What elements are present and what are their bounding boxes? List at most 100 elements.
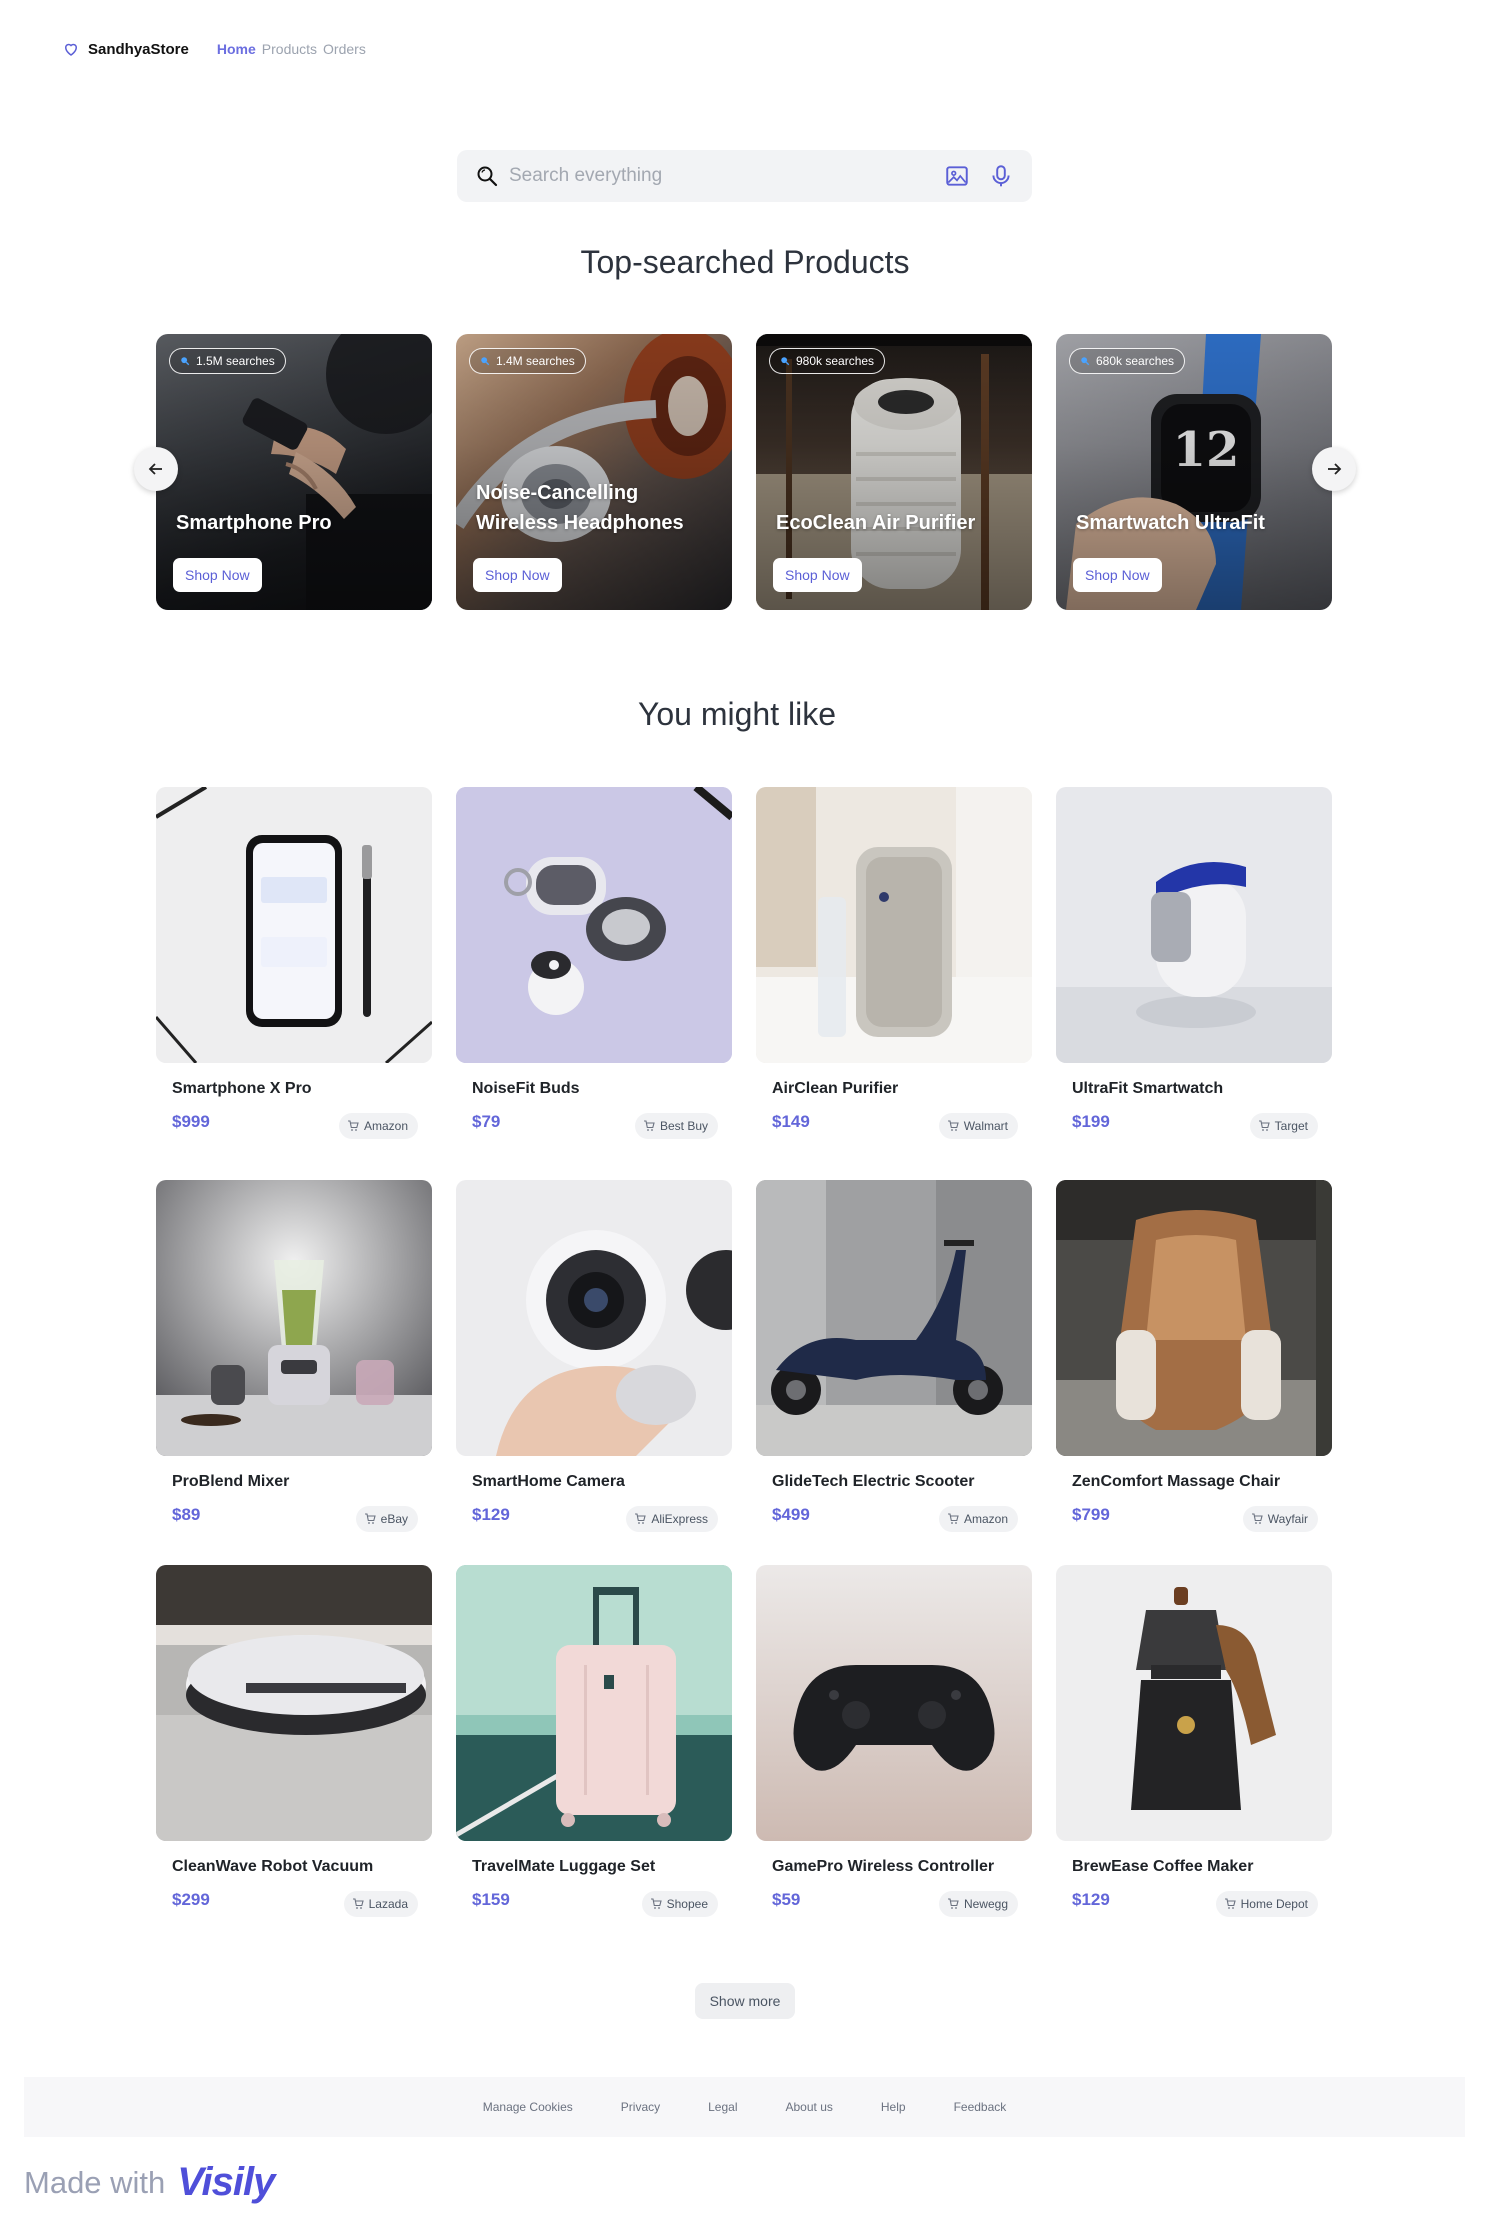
store-badge[interactable]: Lazada bbox=[343, 1891, 418, 1917]
store-badge[interactable]: Wayfair bbox=[1242, 1506, 1318, 1532]
searches-badge: 680k searches bbox=[1069, 348, 1186, 374]
arrow-left-icon bbox=[148, 463, 162, 475]
product-card[interactable]: Smartphone X Pro $999 Amazon bbox=[156, 787, 432, 1139]
brand[interactable]: SandhyaStore bbox=[62, 40, 189, 58]
earbuds-photo bbox=[456, 787, 732, 1063]
top-product-name: EcoClean Air Purifier bbox=[776, 512, 976, 534]
product-card[interactable]: GamePro Wireless Controller $59 Newegg bbox=[756, 1565, 1032, 1917]
top-product-card[interactable]: 1.5M searches Smartphone Pro Shop Now bbox=[156, 334, 432, 610]
product-price: $499 bbox=[772, 1505, 810, 1524]
store-badge[interactable]: Best Buy bbox=[634, 1113, 718, 1139]
footer-link-help[interactable]: Help bbox=[881, 2100, 906, 2114]
searches-badge: 1.5M searches bbox=[169, 348, 286, 374]
carousel-prev-button[interactable] bbox=[134, 447, 178, 491]
product-card[interactable]: GlideTech Electric Scooter $499 Amazon bbox=[756, 1180, 1032, 1532]
image-search-icon[interactable] bbox=[944, 163, 970, 189]
smartwatch-photo bbox=[1056, 787, 1332, 1063]
search-icon bbox=[1081, 357, 1090, 366]
store-name: Home Depot bbox=[1240, 1897, 1308, 1911]
shop-now-button[interactable]: Shop Now bbox=[1073, 558, 1162, 592]
footer-link-manage-cookies[interactable]: Manage Cookies bbox=[483, 2100, 573, 2114]
footer-link-about-us[interactable]: About us bbox=[786, 2100, 833, 2114]
product-price: $799 bbox=[1072, 1505, 1110, 1524]
microphone-icon[interactable] bbox=[988, 163, 1014, 189]
shop-now-button[interactable]: Shop Now bbox=[473, 558, 562, 592]
product-name: ProBlend Mixer bbox=[172, 1473, 290, 1490]
shop-now-button[interactable]: Shop Now bbox=[173, 558, 262, 592]
store-badge[interactable]: AliExpress bbox=[626, 1506, 718, 1532]
store-badge[interactable]: Walmart bbox=[938, 1113, 1018, 1139]
product-name: AirClean Purifier bbox=[772, 1080, 899, 1097]
product-card[interactable]: UltraFit Smartwatch $199 Target bbox=[1056, 787, 1332, 1139]
shop-now-button[interactable]: Shop Now bbox=[773, 558, 862, 592]
cart-icon bbox=[643, 1120, 655, 1131]
product-image bbox=[156, 1565, 432, 1841]
you-might-like-title: You might like bbox=[637, 696, 837, 732]
top-product-card[interactable]: 980k searches EcoClean Air Purifier Shop… bbox=[756, 334, 1032, 610]
smartphone-photo bbox=[156, 787, 432, 1063]
product-image bbox=[1056, 1565, 1332, 1841]
product-card[interactable]: BrewEase Coffee Maker $129 Home Depot bbox=[1056, 1565, 1332, 1917]
carousel-next-button[interactable] bbox=[1312, 447, 1356, 491]
footer-link-feedback[interactable]: Feedback bbox=[954, 2100, 1007, 2114]
cart-icon bbox=[947, 1120, 959, 1131]
product-image bbox=[456, 1180, 732, 1456]
top-nav: SandhyaStore Home Products Orders bbox=[62, 36, 366, 62]
product-name: CleanWave Robot Vacuum bbox=[172, 1858, 374, 1875]
product-name: GamePro Wireless Controller bbox=[772, 1858, 995, 1875]
top-products-carousel: 1.5M searches Smartphone Pro Shop Now 1.… bbox=[134, 334, 1356, 610]
scooter-photo bbox=[756, 1180, 1032, 1456]
product-card[interactable]: ZenComfort Massage Chair $799 Wayfair bbox=[1056, 1180, 1332, 1532]
cart-icon bbox=[364, 1513, 376, 1524]
nav-link-orders[interactable]: Orders bbox=[323, 41, 366, 57]
store-badge[interactable]: Amazon bbox=[338, 1113, 418, 1139]
product-price: $79 bbox=[472, 1112, 501, 1131]
footer-link-legal[interactable]: Legal bbox=[708, 2100, 737, 2114]
store-badge[interactable]: Shopee bbox=[641, 1891, 718, 1917]
nav-link-products[interactable]: Products bbox=[262, 41, 317, 57]
searches-badge: 980k searches bbox=[769, 348, 886, 374]
top-product-name: Smartwatch UltraFit bbox=[1076, 512, 1265, 534]
store-badge[interactable]: Target bbox=[1249, 1113, 1318, 1139]
product-image bbox=[156, 787, 432, 1063]
product-card[interactable]: AirClean Purifier $149 Walmart bbox=[756, 787, 1032, 1139]
product-name: TravelMate Luggage Set bbox=[472, 1858, 656, 1875]
product-name: NoiseFit Buds bbox=[472, 1080, 580, 1097]
store-name: eBay bbox=[380, 1512, 408, 1526]
product-card[interactable]: CleanWave Robot Vacuum $299 Lazada bbox=[156, 1565, 432, 1917]
top-product-name: Noise-Cancelling Wireless Headphones bbox=[476, 482, 684, 534]
store-name: Lazada bbox=[368, 1897, 408, 1911]
blender-photo bbox=[156, 1180, 432, 1456]
searches-count: 680k searches bbox=[1096, 354, 1175, 368]
searches-count: 1.5M searches bbox=[196, 354, 275, 368]
store-badge[interactable]: Amazon bbox=[938, 1506, 1018, 1532]
search-icon bbox=[181, 357, 190, 366]
footer: Manage Cookies Privacy Legal About us He… bbox=[24, 2077, 1465, 2137]
top-product-card[interactable]: 12 680k searches Smartwatch UltraFit Sho… bbox=[1056, 334, 1332, 610]
search-icon bbox=[781, 357, 790, 366]
product-image bbox=[456, 1565, 732, 1841]
product-name: SmartHome Camera bbox=[472, 1473, 625, 1490]
product-price: $129 bbox=[1072, 1890, 1110, 1909]
product-card[interactable]: ProBlend Mixer $89 eBay bbox=[156, 1180, 432, 1532]
product-card[interactable]: SmartHome Camera $129 AliExpress bbox=[456, 1180, 732, 1532]
footer-link-privacy[interactable]: Privacy bbox=[621, 2100, 660, 2114]
arrow-right-icon bbox=[1328, 463, 1342, 475]
product-card[interactable]: NoiseFit Buds $79 Best Buy bbox=[456, 787, 732, 1139]
cart-icon bbox=[352, 1898, 364, 1909]
store-badge[interactable]: eBay bbox=[355, 1506, 418, 1532]
store-name: Amazon bbox=[363, 1119, 408, 1133]
product-card[interactable]: TravelMate Luggage Set $159 Shopee bbox=[456, 1565, 732, 1917]
store-name: Best Buy bbox=[659, 1119, 708, 1133]
product-price: $199 bbox=[1072, 1112, 1110, 1131]
product-image bbox=[756, 787, 1032, 1063]
robot-vacuum-photo bbox=[156, 1565, 432, 1841]
store-badge[interactable]: Newegg bbox=[938, 1891, 1018, 1917]
nav-link-home[interactable]: Home bbox=[217, 41, 256, 57]
store-badge[interactable]: Home Depot bbox=[1215, 1891, 1318, 1917]
show-more-button[interactable]: Show more bbox=[695, 1983, 795, 2019]
made-with-badge[interactable]: Made with Visily bbox=[24, 2160, 275, 2205]
cart-icon bbox=[1251, 1513, 1263, 1524]
search-input[interactable] bbox=[509, 165, 926, 187]
top-product-card[interactable]: 1.4M searches Noise-Cancelling Wireless … bbox=[456, 334, 732, 610]
